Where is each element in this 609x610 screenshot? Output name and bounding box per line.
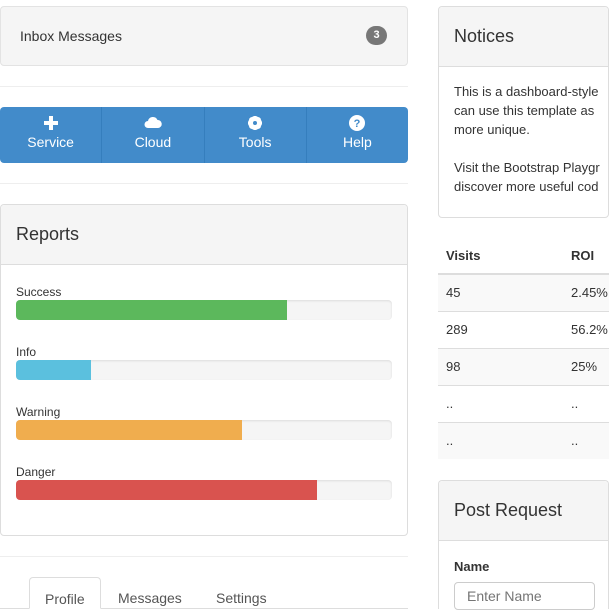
divider — [0, 183, 408, 184]
progress-bar-danger — [16, 480, 392, 500]
cloud-icon — [144, 116, 162, 128]
service-button[interactable]: Service — [0, 107, 103, 163]
cell: 98 — [438, 347, 563, 385]
cloud-button[interactable]: Cloud — [102, 107, 205, 163]
table-row: .... — [438, 421, 609, 459]
question-icon: ? — [349, 115, 366, 131]
progress-bar-warning — [16, 420, 392, 440]
reports-panel: Reports Success Info Warning Danger — [0, 204, 408, 536]
progress-bar-info — [16, 360, 392, 380]
cell: 289 — [438, 310, 563, 348]
header-visits: Visits — [438, 238, 563, 275]
header-roi: ROI — [563, 238, 609, 275]
notices-line: can use this template as — [454, 103, 595, 118]
tools-button[interactable]: Tools — [204, 107, 307, 163]
notices-line: discover more useful cod — [454, 179, 599, 194]
cell: .. — [563, 421, 609, 459]
cell: 2.45% — [563, 273, 609, 311]
inbox-count-badge: 3 — [366, 26, 387, 45]
progress-label-danger: Danger — [16, 465, 56, 479]
cell: 56.2% — [563, 310, 609, 348]
svg-text:?: ? — [354, 118, 361, 130]
tab-settings[interactable]: Settings — [201, 577, 282, 609]
progress-fill — [16, 420, 242, 440]
plus-icon — [43, 116, 58, 130]
name-label: Name — [454, 559, 490, 574]
post-request-title: Post Request — [439, 481, 608, 541]
tab-bar: Profile Messages Settings — [0, 577, 408, 609]
tab-profile[interactable]: Profile — [29, 577, 101, 609]
notices-body: This is a dashboard-style can use this t… — [439, 67, 608, 211]
progress-fill — [16, 300, 287, 320]
notices-line: This is a dashboard-style — [454, 84, 599, 99]
tools-label: Tools — [238, 134, 272, 150]
cell: .. — [438, 421, 563, 459]
table-row: 45 2.45% — [438, 273, 609, 311]
table-row: .... — [438, 384, 609, 422]
reports-title: Reports — [1, 205, 407, 265]
cell: 45 — [438, 273, 563, 311]
post-request-panel: Post Request Name — [438, 480, 609, 610]
help-button[interactable]: ? Help — [306, 107, 408, 163]
progress-label-warning: Warning — [16, 405, 61, 419]
notices-panel: Notices This is a dashboard-style can us… — [438, 6, 609, 218]
divider — [0, 556, 408, 557]
table-row: 289 56.2% — [438, 310, 609, 348]
help-label: Help — [342, 134, 372, 150]
service-label: Service — [27, 134, 74, 150]
notices-line: Visit the Bootstrap Playgr — [454, 160, 600, 175]
table-row: 98 25% — [438, 347, 609, 385]
cloud-label: Cloud — [134, 134, 172, 150]
progress-fill — [16, 480, 317, 500]
cell: .. — [563, 384, 609, 422]
cell: .. — [438, 384, 563, 422]
progress-fill — [16, 360, 92, 380]
name-input[interactable] — [454, 582, 595, 610]
progress-bar-success — [16, 300, 392, 320]
progress-label-success: Success — [16, 285, 62, 299]
divider — [0, 86, 408, 87]
notices-title: Notices — [439, 7, 608, 67]
gear-icon — [248, 116, 263, 130]
inbox-label: Inbox Messages — [20, 28, 122, 44]
progress-label-info: Info — [16, 345, 37, 359]
cell: 25% — [563, 347, 609, 385]
notices-line: more unique. — [454, 122, 530, 137]
inbox-messages[interactable]: Inbox Messages 3 — [0, 6, 408, 66]
visits-table: Visits ROI 45 2.45% 289 56.2% 98 25% .... ..… — [438, 238, 609, 459]
tab-messages[interactable]: Messages — [103, 577, 197, 609]
shortcut-button-group: Service Cloud Tools ? Help — [0, 107, 408, 163]
